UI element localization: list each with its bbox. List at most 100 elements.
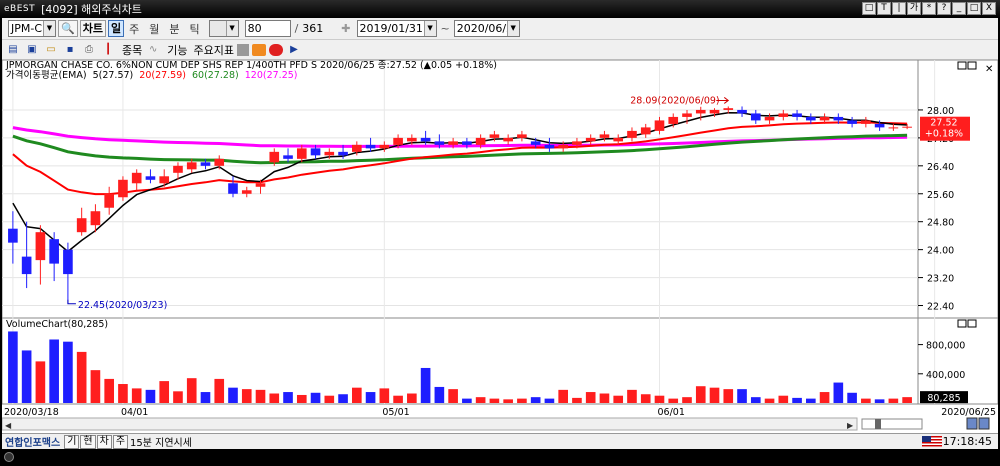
- date-tick-label: 05/01: [382, 407, 409, 418]
- window-font-button[interactable]: 가: [907, 2, 921, 15]
- candle-type-icon[interactable]: ┃: [100, 42, 116, 57]
- window-restore-button[interactable]: □: [862, 2, 876, 15]
- volume-bar: [8, 331, 18, 403]
- volume-chart-title: VolumeChart(80,285): [6, 319, 108, 330]
- window-icon[interactable]: ▣: [24, 42, 40, 57]
- symbol-search-button[interactable]: 🔍: [58, 20, 78, 37]
- candle-body: [668, 116, 679, 124]
- pane-maximize-button[interactable]: [967, 61, 977, 70]
- candle-body: [214, 158, 225, 166]
- tick-interval-combo[interactable]: ▼: [208, 20, 239, 37]
- scrollbar-track[interactable]: [1, 417, 858, 431]
- candle-body: [723, 108, 734, 110]
- scroll-left-icon[interactable]: ◀: [5, 421, 12, 430]
- candle-body: [764, 116, 775, 121]
- scroll-right-icon[interactable]: ▶: [847, 421, 854, 430]
- chart-area[interactable]: 28.0027.2026.4025.6024.8024.0023.2022.40…: [1, 59, 999, 433]
- next-icon[interactable]: ▶: [286, 42, 302, 57]
- zoom-slider-handle[interactable]: [875, 419, 881, 429]
- symbol-combo[interactable]: JPM-C ▼: [8, 20, 56, 37]
- candle-body: [558, 144, 568, 149]
- chart-settings-toolbar: JPM-C ▼ 🔍 차트 일 주 월 분 틱 ▼ 80 / 361 ✚ 2019…: [2, 18, 998, 40]
- volume-bar: [874, 399, 885, 403]
- chevron-down-icon[interactable]: ▼: [225, 21, 238, 36]
- zoom-in-button[interactable]: [978, 417, 990, 430]
- volume-pane-maximize-button[interactable]: [967, 319, 977, 328]
- candle-body: [310, 148, 321, 156]
- start-date-picker[interactable]: 2019/01/31 ▼: [356, 20, 437, 37]
- zoom-out-button[interactable]: [966, 417, 978, 430]
- volume-bar: [888, 398, 899, 403]
- candle-body: [131, 172, 142, 184]
- compare-icon[interactable]: ∿: [145, 42, 161, 57]
- volume-bar: [640, 394, 651, 403]
- volume-bar: [695, 386, 706, 403]
- period-day-button[interactable]: 일: [107, 20, 125, 37]
- chart-scrollbar[interactable]: ◀ ▶: [1, 417, 990, 431]
- period-tick-button[interactable]: 틱: [189, 21, 199, 37]
- status-indicator-icon: [4, 452, 14, 462]
- folder-icon[interactable]: ▭: [43, 42, 59, 57]
- window-close-button[interactable]: X: [982, 2, 996, 15]
- candle-body: [35, 232, 46, 261]
- chevron-down-icon[interactable]: ▼: [43, 21, 55, 36]
- volume-pane-minimize-button[interactable]: [957, 319, 967, 328]
- window-t-button[interactable]: T: [877, 2, 891, 15]
- volume-bar: [462, 398, 472, 403]
- window-star-button[interactable]: *: [922, 2, 936, 15]
- layout-icon[interactable]: ▤: [5, 42, 21, 57]
- candle-body: [902, 126, 912, 128]
- pane-close-icon[interactable]: ✕: [985, 64, 993, 75]
- color-icon[interactable]: [236, 43, 249, 56]
- period-week-button[interactable]: 주: [129, 21, 139, 37]
- bottom-button-chart[interactable]: 차: [96, 434, 112, 449]
- candle-body: [585, 137, 596, 142]
- count-input[interactable]: 80: [244, 20, 291, 37]
- plus-icon[interactable]: ✚: [341, 22, 350, 35]
- candle-body: [393, 137, 403, 145]
- candle-body: [833, 116, 844, 121]
- pane-minimize-button[interactable]: [957, 61, 967, 70]
- bottom-button-basic[interactable]: 기: [64, 434, 80, 449]
- save-icon[interactable]: ▪: [62, 42, 78, 57]
- period-month-button[interactable]: 월: [149, 21, 159, 37]
- delay-notice: 15분 지연시세: [130, 438, 192, 449]
- function-menu[interactable]: 기능: [167, 42, 187, 58]
- bottom-button-order[interactable]: 주: [112, 434, 129, 449]
- price-tick-label: 23.20: [927, 274, 954, 285]
- chevron-down-icon[interactable]: ▼: [423, 21, 436, 36]
- volume-bar: [228, 387, 238, 403]
- period-minute-button[interactable]: 분: [169, 21, 179, 37]
- volume-bar: [448, 389, 458, 403]
- volume-bar: [324, 395, 335, 403]
- start-date-value: 2019/01/31: [359, 22, 423, 35]
- high-annotation: 28.09(2020/06/09): [630, 95, 719, 106]
- volume-bar: [778, 395, 789, 403]
- bottom-button-current[interactable]: 현: [80, 434, 96, 449]
- print-icon[interactable]: ⎙: [81, 42, 97, 57]
- volume-bar: [118, 384, 128, 403]
- volume-bar: [572, 397, 582, 403]
- candle-body: [104, 193, 114, 208]
- record-icon[interactable]: [268, 43, 283, 56]
- window-maximize-button[interactable]: □: [967, 2, 981, 15]
- window-help-button[interactable]: ?: [937, 2, 951, 15]
- end-date-picker[interactable]: 2020/06/25 ▼: [453, 20, 520, 37]
- price-volume-chart[interactable]: 28.0027.2026.4025.6024.8024.0023.2022.40…: [1, 59, 999, 433]
- chart-button[interactable]: 차트: [79, 20, 106, 37]
- zoom-slider[interactable]: [861, 418, 923, 430]
- candle-body: [654, 120, 665, 131]
- volume-bar: [310, 392, 321, 403]
- candle-body: [228, 183, 238, 194]
- volume-bar: [668, 398, 679, 403]
- volume-bar: [365, 392, 376, 403]
- chevron-down-icon[interactable]: ▼: [506, 21, 519, 36]
- chart-icon[interactable]: [251, 43, 266, 56]
- candle-body: [338, 151, 348, 156]
- window-split-button[interactable]: |: [892, 2, 906, 15]
- candle-body: [627, 130, 637, 138]
- symbol-menu[interactable]: 종목: [122, 42, 142, 58]
- indicator-menu[interactable]: 주요지표: [194, 42, 234, 58]
- window-minimize-button[interactable]: _: [952, 2, 966, 15]
- volume-bar: [517, 398, 527, 403]
